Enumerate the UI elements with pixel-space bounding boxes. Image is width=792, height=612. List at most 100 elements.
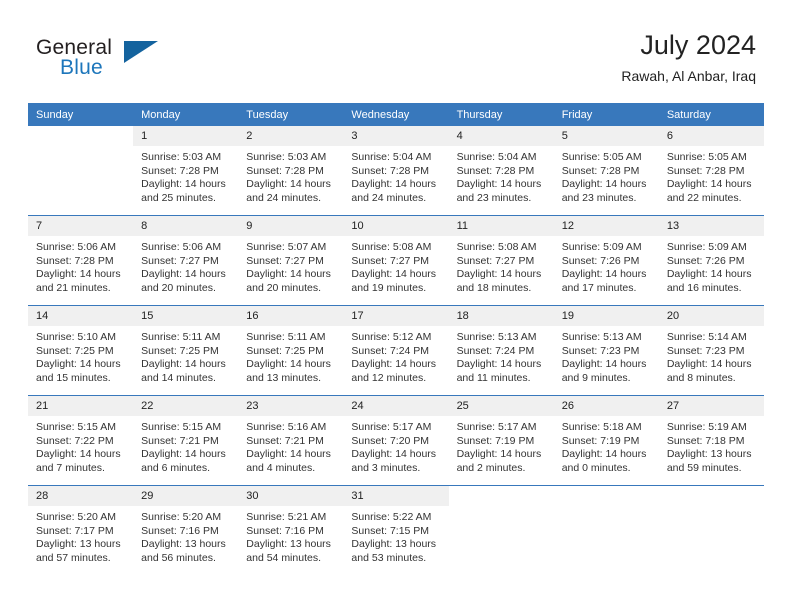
calendar-cell-empty xyxy=(448,485,554,575)
day-details: Sunrise: 5:21 AM Sunset: 7:16 PM Daylight:… xyxy=(238,506,343,565)
calendar-day-cell[interactable]: 22 Sunrise: 5:15 AM Sunset: 7:21 PM Dayligh… xyxy=(133,395,239,486)
calendar-day-cell[interactable]: 15 Sunrise: 5:11 AM Sunset: 7:25 PM Dayligh… xyxy=(133,305,239,396)
page-title: July 2024 xyxy=(640,30,756,60)
day-cell-inner: 16 Sunrise: 5:11 AM Sunset: 7:25 PM Dayligh… xyxy=(238,306,344,395)
calendar-day-cell[interactable]: 24 Sunrise: 5:17 AM Sunset: 7:20 PM Dayligh… xyxy=(343,395,449,486)
daylight-duration-line1: Daylight: 14 hours xyxy=(666,268,752,280)
sunset-time: Sunset: 7:27 PM xyxy=(246,254,324,267)
general-blue-logo[interactable]: General Blue xyxy=(36,36,166,86)
calendar-week-row: 1 Sunrise: 5:03 AM Sunset: 7:28 PM Daylight… xyxy=(28,126,764,216)
day-details: Sunrise: 5:12 AM Sunset: 7:24 PM Daylight:… xyxy=(343,326,448,385)
day-cell-inner: 19 Sunrise: 5:13 AM Sunset: 7:23 PM Dayligh… xyxy=(553,306,659,395)
day-cell-inner: 13 Sunrise: 5:09 AM Sunset: 7:26 PM Dayligh… xyxy=(658,216,764,305)
daylight-duration-line2: and 53 minutes. xyxy=(351,551,427,564)
daylight-duration-line1: Daylight: 14 hours xyxy=(456,448,542,460)
calendar-day-cell[interactable]: 30 Sunrise: 5:21 AM Sunset: 7:16 PM Dayligh… xyxy=(238,485,344,575)
day-cell-inner: 30 Sunrise: 5:21 AM Sunset: 7:16 PM Dayligh… xyxy=(238,486,344,575)
day-details: Sunrise: 5:10 AM Sunset: 7:25 PM Daylight:… xyxy=(28,326,133,385)
calendar-day-cell[interactable]: 1 Sunrise: 5:03 AM Sunset: 7:28 PM Daylight… xyxy=(133,126,239,216)
day-details: Sunrise: 5:13 AM Sunset: 7:23 PM Daylight:… xyxy=(554,326,659,385)
day-details: Sunrise: 5:13 AM Sunset: 7:24 PM Daylight:… xyxy=(449,326,554,385)
calendar-day-cell[interactable]: 4 Sunrise: 5:04 AM Sunset: 7:28 PM Daylight… xyxy=(448,126,554,216)
day-cell-inner: 4 Sunrise: 5:04 AM Sunset: 7:28 PM Daylight… xyxy=(448,126,554,215)
day-number: 7 xyxy=(28,216,134,236)
calendar-day-cell[interactable]: 28 Sunrise: 5:20 AM Sunset: 7:17 PM Dayligh… xyxy=(28,485,134,575)
calendar-cell-empty xyxy=(28,126,134,216)
calendar-day-cell[interactable]: 20 Sunrise: 5:14 AM Sunset: 7:23 PM Dayligh… xyxy=(658,305,764,396)
title-block: July 2024 Rawah, Al Anbar, Iraq xyxy=(621,28,756,86)
calendar-day-cell[interactable]: 9 Sunrise: 5:07 AM Sunset: 7:27 PM Daylight… xyxy=(238,215,344,306)
sunrise-time: Sunrise: 5:08 AM xyxy=(351,241,432,253)
day-details: Sunrise: 5:03 AM Sunset: 7:28 PM Daylight:… xyxy=(133,146,238,205)
day-cell-inner: 18 Sunrise: 5:13 AM Sunset: 7:24 PM Dayligh… xyxy=(448,306,554,395)
sunset-time: Sunset: 7:28 PM xyxy=(666,164,745,177)
calendar-day-cell[interactable]: 14 Sunrise: 5:10 AM Sunset: 7:25 PM Dayligh… xyxy=(28,305,134,396)
day-details: Sunrise: 5:19 AM Sunset: 7:18 PM Daylight:… xyxy=(659,416,764,475)
daylight-duration-line1: Daylight: 14 hours xyxy=(456,268,542,280)
calendar-day-cell[interactable]: 5 Sunrise: 5:05 AM Sunset: 7:28 PM Daylight… xyxy=(553,126,659,216)
day-cell-inner: 15 Sunrise: 5:11 AM Sunset: 7:25 PM Dayligh… xyxy=(133,306,239,395)
sunset-time: Sunset: 7:18 PM xyxy=(666,434,745,447)
day-number: 1 xyxy=(133,126,239,146)
daylight-duration-line2: and 6 minutes. xyxy=(141,461,211,474)
calendar-day-cell[interactable]: 7 Sunrise: 5:06 AM Sunset: 7:28 PM Daylight… xyxy=(28,215,134,306)
daylight-duration-line2: and 22 minutes. xyxy=(666,191,742,204)
sunrise-time: Sunrise: 5:05 AM xyxy=(561,151,642,163)
calendar-week-row: 21 Sunrise: 5:15 AM Sunset: 7:22 PM Dayligh… xyxy=(28,395,764,486)
calendar-day-cell[interactable]: 12 Sunrise: 5:09 AM Sunset: 7:26 PM Dayligh… xyxy=(553,215,659,306)
day-number: 17 xyxy=(343,306,449,326)
calendar-day-cell[interactable]: 16 Sunrise: 5:11 AM Sunset: 7:25 PM Dayligh… xyxy=(238,305,344,396)
calendar-day-cell[interactable]: 26 Sunrise: 5:18 AM Sunset: 7:19 PM Dayligh… xyxy=(553,395,659,486)
calendar-day-cell[interactable]: 31 Sunrise: 5:22 AM Sunset: 7:15 PM Dayligh… xyxy=(343,485,449,575)
calendar-day-cell[interactable]: 27 Sunrise: 5:19 AM Sunset: 7:18 PM Dayligh… xyxy=(658,395,764,486)
sunrise-time: Sunrise: 5:04 AM xyxy=(351,151,432,163)
calendar-body: 1 Sunrise: 5:03 AM Sunset: 7:28 PM Daylight… xyxy=(28,126,764,575)
calendar-day-cell[interactable]: 3 Sunrise: 5:04 AM Sunset: 7:28 PM Daylight… xyxy=(343,126,449,216)
sunset-time: Sunset: 7:15 PM xyxy=(351,524,430,537)
daylight-duration-line2: and 14 minutes. xyxy=(141,371,216,384)
sunset-time: Sunset: 7:28 PM xyxy=(351,164,430,177)
daylight-duration-line1: Daylight: 13 hours xyxy=(246,538,331,550)
day-number: 23 xyxy=(238,396,344,416)
calendar-day-cell[interactable]: 2 Sunrise: 5:03 AM Sunset: 7:28 PM Daylight… xyxy=(238,126,344,216)
calendar-day-cell[interactable]: 17 Sunrise: 5:12 AM Sunset: 7:24 PM Dayligh… xyxy=(343,305,449,396)
daylight-duration-line1: Daylight: 14 hours xyxy=(666,178,752,190)
daylight-duration-line1: Daylight: 14 hours xyxy=(351,178,437,190)
sunset-time: Sunset: 7:25 PM xyxy=(141,344,219,357)
calendar-day-cell[interactable]: 8 Sunrise: 5:06 AM Sunset: 7:27 PM Daylight… xyxy=(133,215,239,306)
daylight-duration-line1: Daylight: 14 hours xyxy=(141,268,226,280)
calendar-day-cell[interactable]: 18 Sunrise: 5:13 AM Sunset: 7:24 PM Dayligh… xyxy=(448,305,554,396)
day-number xyxy=(553,486,659,506)
daylight-duration-line2: and 13 minutes. xyxy=(246,371,321,384)
calendar-day-cell[interactable]: 10 Sunrise: 5:08 AM Sunset: 7:27 PM Dayligh… xyxy=(343,215,449,306)
sunrise-time: Sunrise: 5:03 AM xyxy=(141,151,222,163)
day-number xyxy=(658,486,764,506)
location-subtitle: Rawah, Al Anbar, Iraq xyxy=(621,68,756,84)
daylight-duration-line2: and 21 minutes. xyxy=(36,281,111,294)
day-cell-inner: 10 Sunrise: 5:08 AM Sunset: 7:27 PM Dayligh… xyxy=(343,216,449,305)
calendar-day-cell[interactable]: 23 Sunrise: 5:16 AM Sunset: 7:21 PM Dayligh… xyxy=(238,395,344,486)
day-number: 20 xyxy=(658,306,764,326)
weekday-header-monday: Monday xyxy=(133,103,239,126)
day-number: 29 xyxy=(133,486,239,506)
calendar-day-cell[interactable]: 25 Sunrise: 5:17 AM Sunset: 7:19 PM Dayligh… xyxy=(448,395,554,486)
sunrise-time: Sunrise: 5:17 AM xyxy=(456,421,537,433)
calendar-day-cell[interactable]: 29 Sunrise: 5:20 AM Sunset: 7:16 PM Dayligh… xyxy=(133,485,239,575)
sunset-time: Sunset: 7:28 PM xyxy=(36,254,114,267)
calendar-day-cell[interactable]: 13 Sunrise: 5:09 AM Sunset: 7:26 PM Dayligh… xyxy=(658,215,764,306)
calendar-day-cell[interactable]: 6 Sunrise: 5:05 AM Sunset: 7:28 PM Daylight… xyxy=(658,126,764,216)
calendar-day-cell[interactable]: 19 Sunrise: 5:13 AM Sunset: 7:23 PM Dayligh… xyxy=(553,305,659,396)
calendar-day-cell[interactable]: 11 Sunrise: 5:08 AM Sunset: 7:27 PM Dayligh… xyxy=(448,215,554,306)
weekday-header-wednesday: Wednesday xyxy=(343,103,449,126)
logo-triangle-icon xyxy=(124,41,158,63)
day-cell-inner: 1 Sunrise: 5:03 AM Sunset: 7:28 PM Daylight… xyxy=(133,126,239,215)
daylight-duration-line1: Daylight: 13 hours xyxy=(351,538,437,550)
day-details: Sunrise: 5:18 AM Sunset: 7:19 PM Daylight:… xyxy=(554,416,659,475)
sunrise-time: Sunrise: 5:13 AM xyxy=(456,331,537,343)
day-cell-inner xyxy=(553,486,659,575)
daylight-duration-line2: and 7 minutes. xyxy=(36,461,105,474)
daylight-duration-line2: and 20 minutes. xyxy=(246,281,321,294)
sunset-time: Sunset: 7:24 PM xyxy=(351,344,430,357)
daylight-duration-line1: Daylight: 14 hours xyxy=(141,358,226,370)
calendar-day-cell[interactable]: 21 Sunrise: 5:15 AM Sunset: 7:22 PM Dayligh… xyxy=(28,395,134,486)
